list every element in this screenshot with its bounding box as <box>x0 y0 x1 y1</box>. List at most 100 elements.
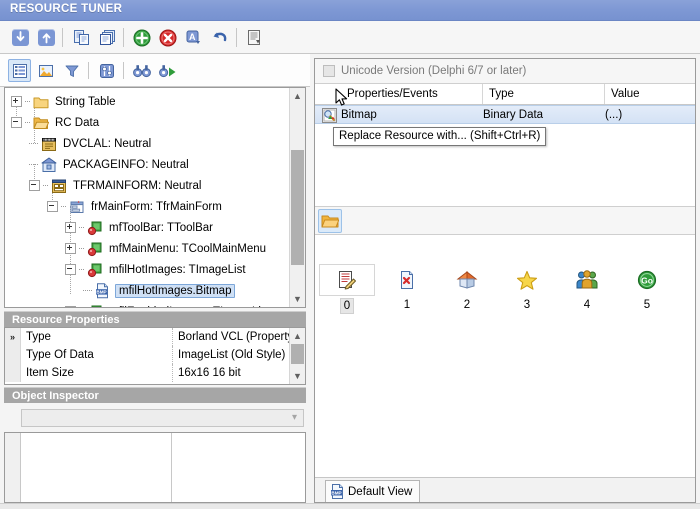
title-bar: RESOURCE TUNER <box>0 0 700 21</box>
column-header-properties-events[interactable]: Properties/Events <box>341 84 483 104</box>
duplicate-button[interactable] <box>96 26 119 49</box>
list-item[interactable]: Go 5 <box>619 264 675 312</box>
list-item-index: 4 <box>583 299 591 311</box>
props-scrollbar-thumb[interactable] <box>291 344 304 364</box>
list-item[interactable]: 4 <box>559 264 615 312</box>
tree-node-leaf-connector <box>29 142 38 145</box>
props-scroll-up-arrow[interactable]: ▲ <box>290 328 305 344</box>
collapse-node-icon[interactable] <box>11 117 22 128</box>
property-value[interactable]: ImageList (Old Style) <box>173 346 305 364</box>
column-header-value[interactable]: Value <box>605 84 695 104</box>
tree-node[interactable]: RC Data <box>5 112 297 133</box>
tree-node-connector <box>79 226 84 229</box>
property-value[interactable]: Borland VCL (Property) <box>173 328 305 346</box>
scroll-down-arrow[interactable]: ▼ <box>290 291 305 307</box>
list-item[interactable]: 1 <box>379 264 435 312</box>
add-resource-button[interactable] <box>130 26 153 49</box>
object-inspector-combo[interactable]: ▾ <box>21 409 304 427</box>
toolbar-separator-2 <box>123 28 124 47</box>
tree-node[interactable]: mfMainMenu: TCoolMainMenu <box>5 238 305 259</box>
collapse-node-icon[interactable] <box>47 201 58 212</box>
find-button[interactable] <box>130 59 153 82</box>
property-value[interactable]: 16x16 16 bit <box>173 364 305 382</box>
scroll-up-arrow[interactable]: ▲ <box>290 88 305 104</box>
table-row[interactable]: Bitmap Binary Data (...) <box>315 105 695 124</box>
list-item[interactable]: 2 <box>439 264 495 312</box>
find-next-button[interactable] <box>156 59 179 82</box>
component-icon <box>87 262 103 278</box>
property-row[interactable]: Type Of Data ImageList (Old Style) <box>5 346 305 364</box>
column-header-type[interactable]: Type <box>483 84 605 104</box>
undo-arrow-icon <box>211 29 229 47</box>
bmp-icon: BMP <box>330 484 345 499</box>
image-view-button[interactable] <box>34 59 57 82</box>
tab-default-view[interactable]: BMP Default View <box>325 480 421 502</box>
resource-report-button[interactable] <box>243 26 266 49</box>
change-language-button[interactable]: A <box>182 26 205 49</box>
tree-scrollbar[interactable]: ▲ ▼ <box>289 88 305 307</box>
replace-resource-button[interactable] <box>318 209 342 233</box>
resource-properties-header: Resource Properties <box>4 311 306 327</box>
go-icon: Go <box>619 264 675 296</box>
sliders-icon <box>99 63 115 79</box>
property-row[interactable]: Item Size 16x16 16 bit <box>5 364 305 382</box>
window-title: RESOURCE TUNER <box>10 3 123 15</box>
collapse-node-icon[interactable] <box>29 180 40 191</box>
filter-button[interactable] <box>60 59 83 82</box>
list-view-button[interactable] <box>8 59 31 82</box>
tree-node-label: mfilHotImages: TImageList <box>109 263 246 276</box>
main-toolbar: A <box>0 21 700 54</box>
list-item-index: 3 <box>523 299 531 311</box>
tree-node[interactable]: frMainForm: TfrMainForm <box>5 196 305 217</box>
status-bar <box>0 503 700 509</box>
resource-properties-grid[interactable]: » Type Borland VCL (Property) Type Of Data I… <box>4 327 306 385</box>
tree-node[interactable]: TFRMAINFORM: Neutral <box>5 175 305 196</box>
tree-node[interactable]: PACKAGEINFO: Neutral <box>5 154 305 175</box>
list-item[interactable]: 3 <box>499 264 555 312</box>
tree-node[interactable]: String Table <box>5 91 297 112</box>
mouse-cursor <box>335 88 349 108</box>
resource-tree-panel[interactable]: String Table RC Data DVCLAL: Neutral PACKAG… <box>4 87 306 308</box>
expand-node-icon[interactable] <box>65 222 76 233</box>
expand-node-icon[interactable] <box>11 96 22 107</box>
home-icon <box>439 264 495 296</box>
collapse-node-icon[interactable] <box>65 264 76 275</box>
save-resource-button[interactable] <box>35 26 58 49</box>
cell-value[interactable]: (...) <box>605 106 695 124</box>
image-list-strip: 0 1 2 3 4 Go 5 <box>315 264 695 320</box>
unicode-version-row[interactable]: Unicode Version (Delphi 6/7 or later) <box>315 59 695 84</box>
undo-button[interactable] <box>208 26 231 49</box>
expand-node-icon[interactable] <box>65 306 76 307</box>
tree-node[interactable]: DVCLAL: Neutral <box>5 133 305 154</box>
copy-icon <box>73 29 90 46</box>
tree-node[interactable]: mfilEnabledImages: TImageList <box>5 301 305 308</box>
props-scroll-down-arrow[interactable]: ▼ <box>290 368 305 384</box>
tree-node-connector <box>25 100 30 103</box>
property-row[interactable]: » Type Borland VCL (Property) <box>5 328 305 346</box>
tree-node[interactable]: BMP mfilHotImages.Bitmap <box>5 280 305 301</box>
tooltip: Replace Resource with... (Shift+Ctrl+R) <box>333 127 547 146</box>
object-inspector-title: Object Inspector <box>12 389 99 402</box>
tree-node[interactable]: mfToolBar: TToolBar <box>5 217 305 238</box>
open-resource-button[interactable] <box>9 26 32 49</box>
unicode-version-checkbox[interactable] <box>323 65 335 77</box>
tree-node-label: mfilEnabledImages: TImageList <box>107 306 272 308</box>
bmp-icon: BMP <box>95 282 111 299</box>
object-inspector-gutter <box>5 433 21 502</box>
star-icon <box>499 264 555 296</box>
delete-resource-button[interactable] <box>156 26 179 49</box>
tree-toolbar-separator-1 <box>88 62 89 79</box>
object-inspector-grid[interactable] <box>4 432 306 503</box>
find-next-icon <box>158 64 177 78</box>
copy-button[interactable] <box>70 26 93 49</box>
resource-icon <box>41 136 57 152</box>
chevron-down-icon: ▾ <box>291 412 297 423</box>
resource-properties-scrollbar[interactable]: ▲ ▼ <box>289 328 305 384</box>
list-item[interactable]: 0 <box>319 264 375 314</box>
settings-button[interactable] <box>95 59 118 82</box>
expand-node-icon[interactable] <box>65 243 76 254</box>
tree-node-label: DVCLAL: Neutral <box>63 137 152 150</box>
tree-node-label: String Table <box>55 95 116 108</box>
scrollbar-thumb[interactable] <box>291 150 304 265</box>
tree-node[interactable]: mfilHotImages: TImageList <box>5 259 305 280</box>
